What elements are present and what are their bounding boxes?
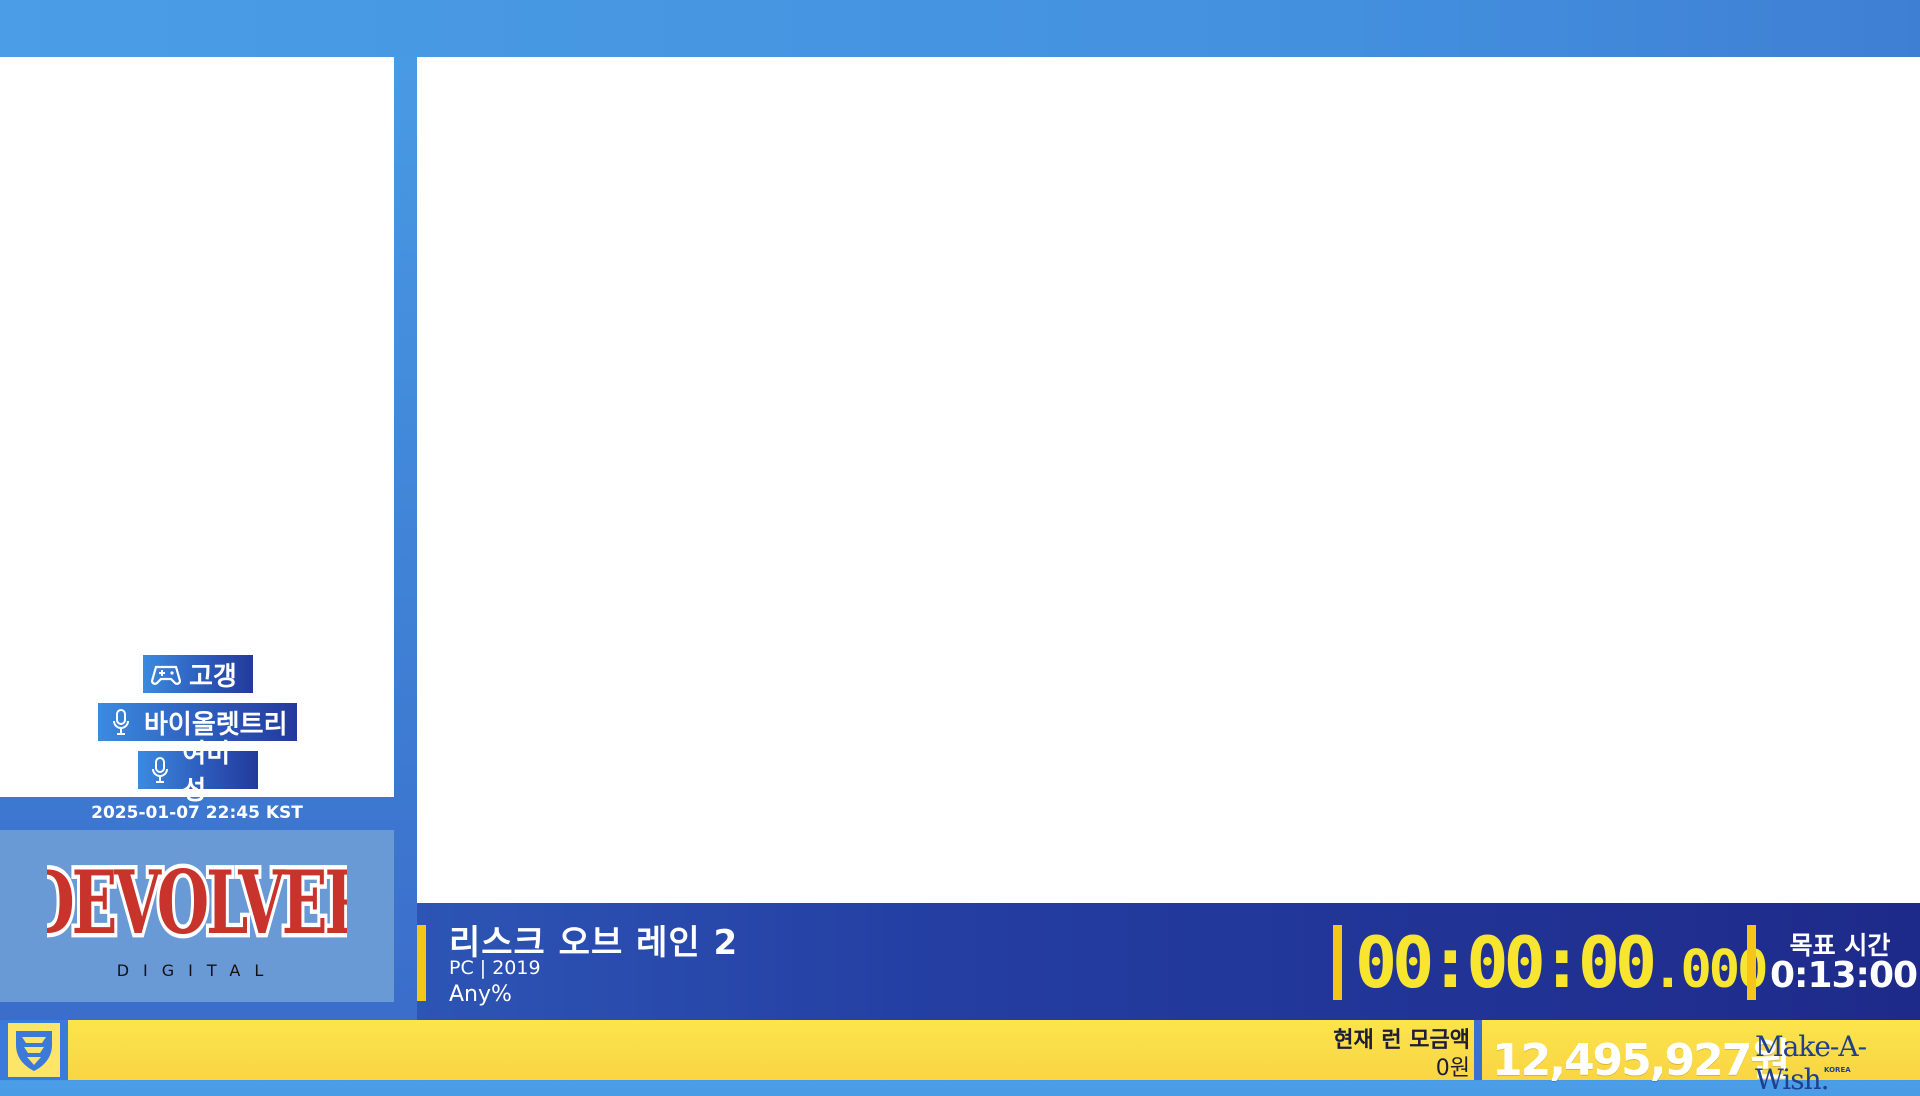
runner-name: 고갱 bbox=[189, 661, 237, 692]
devolver-logo: DEVOLVER DIGITAL bbox=[47, 848, 347, 980]
title-accent-bar bbox=[417, 925, 426, 1001]
target-accent-bar bbox=[1747, 925, 1756, 1000]
commentator-credit-2: 여비성 bbox=[138, 739, 258, 806]
target-time: 0:13:00 bbox=[1770, 955, 1918, 996]
microphone-icon bbox=[146, 755, 174, 785]
timer-accent-bar bbox=[1333, 925, 1342, 1000]
charity-logo-sub: KOREA bbox=[1824, 1066, 1851, 1074]
timer-main: 00:00:00 bbox=[1355, 922, 1657, 1004]
runner-credit: 고갱 bbox=[143, 655, 253, 693]
total-divider bbox=[1474, 1020, 1482, 1080]
sponsor-logo-box: DEVOLVER DIGITAL bbox=[0, 830, 394, 1002]
shield-icon bbox=[16, 1031, 52, 1071]
charity-logo: Make-A-Wish. bbox=[1755, 1030, 1867, 1096]
sponsor-sub: DIGITAL bbox=[117, 961, 278, 980]
current-run-total: 0원 bbox=[1435, 1056, 1470, 1081]
commentator-name-2: 여비성 bbox=[182, 739, 231, 806]
datetime: 2025-01-07 22:45 KST bbox=[91, 803, 303, 823]
top-bar bbox=[0, 0, 1920, 57]
event-logo bbox=[0, 1020, 68, 1080]
event-total-amount: 12,495,927원 bbox=[1492, 1035, 1791, 1086]
game-capture-area bbox=[417, 57, 1920, 903]
game-category: Any% bbox=[449, 982, 512, 1007]
sponsor-name: DEVOLVER bbox=[47, 852, 347, 954]
microphone-icon bbox=[106, 707, 136, 737]
event-logo-badge bbox=[8, 1023, 60, 1077]
run-timer: 00:00:00.000 bbox=[1355, 922, 1768, 1008]
game-platform-year: PC | 2019 bbox=[449, 957, 541, 979]
gamepad-icon bbox=[151, 659, 181, 689]
